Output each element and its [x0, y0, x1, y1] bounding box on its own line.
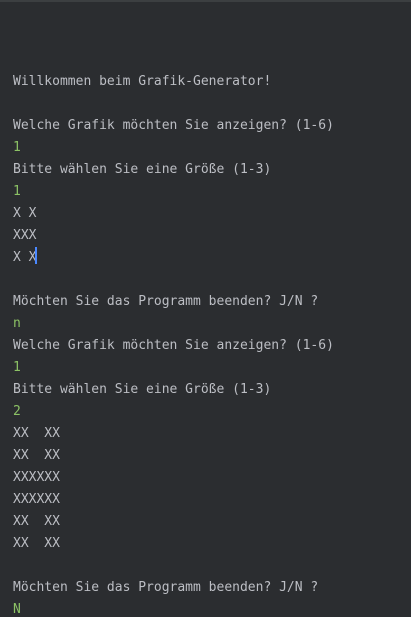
- console-output-line: XX XX: [13, 445, 411, 467]
- console-output-line: Möchten Sie das Programm beenden? J/N ?: [13, 291, 411, 313]
- console-output-line: Möchten Sie das Programm beenden? J/N ?: [13, 577, 411, 599]
- console-line-text: N: [13, 602, 21, 617]
- console-output-line: XXX: [13, 225, 411, 247]
- console-line-text: Willkommen beim Grafik-Generator!: [13, 74, 272, 89]
- console-line-text: Bitte wählen Sie eine Größe (1-3): [13, 162, 272, 177]
- console-input-line: n: [13, 313, 411, 335]
- console-line-text: 1: [13, 360, 21, 375]
- console-line-text: X X: [13, 206, 37, 221]
- console-output-line: XX XX: [13, 533, 411, 555]
- text-caret: [35, 247, 38, 264]
- console-line-text: Welche Grafik möchten Sie anzeigen? (1-6…: [13, 118, 334, 133]
- console-output-line: XX XX: [13, 423, 411, 445]
- console-input-line: 1: [13, 357, 411, 379]
- console-input-line: 1: [13, 137, 411, 159]
- console-output-line: Bitte wählen Sie eine Größe (1-3): [13, 159, 411, 181]
- console-line-text: X X: [13, 250, 37, 265]
- console-output[interactable]: Willkommen beim Grafik-Generator! Welche …: [0, 0, 411, 617]
- console-line-text: XXXXXX: [13, 492, 60, 507]
- console-line-text: 1: [13, 184, 21, 199]
- console-line-text: XX XX: [13, 448, 60, 463]
- console-input-line: 1: [13, 181, 411, 203]
- console-line-text: XX XX: [13, 426, 60, 441]
- console-output-line: XXXXXX: [13, 489, 411, 511]
- console-line-text: Welche Grafik möchten Sie anzeigen? (1-6…: [13, 338, 334, 353]
- panel-top-edge: [0, 0, 411, 2]
- console-output-line: X X: [13, 203, 411, 225]
- console-line-text: n: [13, 316, 21, 331]
- console-input-line: N: [13, 599, 411, 617]
- console-output-line: Welche Grafik möchten Sie anzeigen? (1-6…: [13, 115, 411, 137]
- console-line-text: XX XX: [13, 536, 60, 551]
- console-line-text: 1: [13, 140, 21, 155]
- console-line-text: 2: [13, 404, 21, 419]
- console-line-text: Möchten Sie das Programm beenden? J/N ?: [13, 294, 319, 309]
- console-line-text: XX XX: [13, 514, 60, 529]
- console-line-text: Bitte wählen Sie eine Größe (1-3): [13, 382, 272, 397]
- console-line-text: XXX: [13, 228, 37, 243]
- console-line-text: XXXXXX: [13, 470, 60, 485]
- console-output-line: Willkommen beim Grafik-Generator!: [13, 71, 411, 93]
- console-line-text: Möchten Sie das Programm beenden? J/N ?: [13, 580, 319, 595]
- console-output-line: XXXXXX: [13, 467, 411, 489]
- console-output-line: Welche Grafik möchten Sie anzeigen? (1-6…: [13, 335, 411, 357]
- console-output-line: X X: [13, 247, 411, 269]
- console-output-line: XX XX: [13, 511, 411, 533]
- console-lines: Willkommen beim Grafik-Generator! Welche …: [13, 71, 411, 617]
- console-output-line: Bitte wählen Sie eine Größe (1-3): [13, 379, 411, 401]
- console-input-line: 2: [13, 401, 411, 423]
